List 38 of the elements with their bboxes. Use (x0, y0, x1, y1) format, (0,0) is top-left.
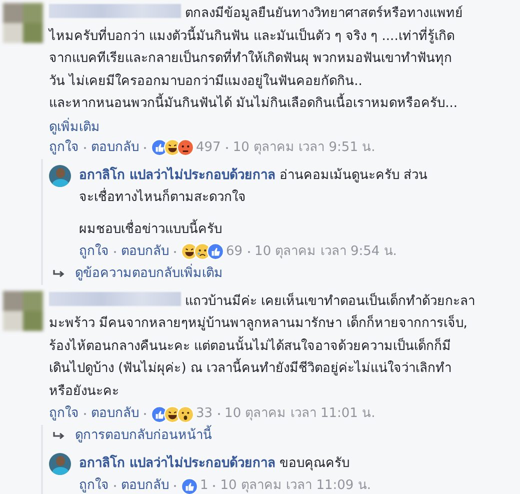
see-more-link[interactable]: ดูเพิ่มเติม (49, 116, 100, 136)
like-link[interactable]: ถูกใจ (49, 136, 79, 158)
reply-text: อกาลิโก แปลว่าไม่ประกอบด้วยกาล ขอบคุณครับ (79, 454, 350, 473)
separator-dot (213, 485, 216, 487)
comment-text: แถวบ้านมีค่ะ เคยเห็นเขาทำตอนเป็นเด็กทำด้วยกะลา มะพร้าว มีคนจากหลายๆหมู่บ้านพาลูกหลานมารักษา เด็กก็หายจากการเจ็บ, ร้องไห้ตอนกลางคืนนะคะ แต่ตอนนั้นไม่ได้สนใจอาจด้วยความเป็นเด็กก็มี เดินไปดูบ้าง (ฟันไม่ผุค่ะ) ณ เวลานี้คนทำยังมีชีวิตอยู่ค่ะไม่แน่ใจว่าเลิกทำ หรือยังนะคะ (49, 290, 476, 400)
separator-dot (114, 250, 116, 252)
separator-dot (174, 485, 176, 487)
reply-link[interactable]: ตอบกลับ (91, 136, 139, 158)
avatar[interactable] (3, 290, 43, 330)
separator-dot (248, 250, 250, 252)
separator-dot (226, 146, 228, 148)
avatar[interactable] (49, 164, 71, 186)
reply-arrow-icon (53, 431, 65, 441)
like-link[interactable]: ถูกใจ (79, 240, 109, 262)
reply-link[interactable]: ตอบกลับ (121, 475, 169, 494)
reply-text: อกาลิโก แปลว่าไม่ประกอบด้วยกาล อ่านคอมเม้นดูนะครับ ส่วน จะเชื่อทางไหนก็ตามสะดวกใจ ผมชอบเชื่อข่าวแบบนี้ครับ (79, 166, 428, 238)
reply-link[interactable]: ตอบกลับ (121, 240, 169, 262)
separator-dot (144, 146, 146, 148)
comment-text: ตกลงมีข้อมูลยืนยันทางวิทยาศาสตร์หรือทางแพทย์ ไหมครับที่บอกว่า แมงตัวนี้มันกินฟัน และมันเป็นตัว ๆ จริง ๆ ....เท่าที่รู้เกิด จากแบคทีเรียและกลายเป็นกรดที่ทำให้เกิดฟันผุ พวกหมอฟันเขาทำฟันทุก วัน ไม่เคยมีใครออกมาบอกว่ามีแมงอยู่ในฟันคอยกัดกิน.. และหากหนอนพวกนี้มันกินฟันได้ มันไม่กินเลือดกินเนื้อเราหมดหรือครับ... (49, 3, 463, 113)
surprised-face-icon (177, 406, 194, 422)
avatar[interactable] (49, 453, 71, 475)
thumbs-up-icon (207, 243, 224, 260)
separator-dot (84, 413, 86, 415)
separator-dot (144, 413, 146, 415)
avatar[interactable] (3, 3, 43, 43)
reply-link[interactable]: ตอบกลับ (91, 403, 139, 425)
angry-face-icon (177, 139, 194, 156)
like-link[interactable]: ถูกใจ (49, 403, 79, 425)
reply-arrow-icon (53, 268, 65, 278)
more-replies-link[interactable]: ดูข้อความตอบกลับเพิ่มเติม (53, 262, 223, 284)
separator-dot (84, 146, 86, 148)
author-link[interactable]: อกาลิโก แปลว่าไม่ประกอบด้วยกาล (79, 168, 276, 182)
separator-dot (114, 485, 116, 487)
author-link[interactable]: อกาลิโก แปลว่าไม่ประกอบด้วยกาล (79, 456, 276, 471)
separator-dot (174, 250, 176, 252)
like-link[interactable]: ถูกใจ (79, 475, 109, 494)
separator-dot (218, 413, 220, 415)
more-replies-link[interactable]: ดูการตอบกลับก่อนหน้านี้ (53, 425, 212, 447)
